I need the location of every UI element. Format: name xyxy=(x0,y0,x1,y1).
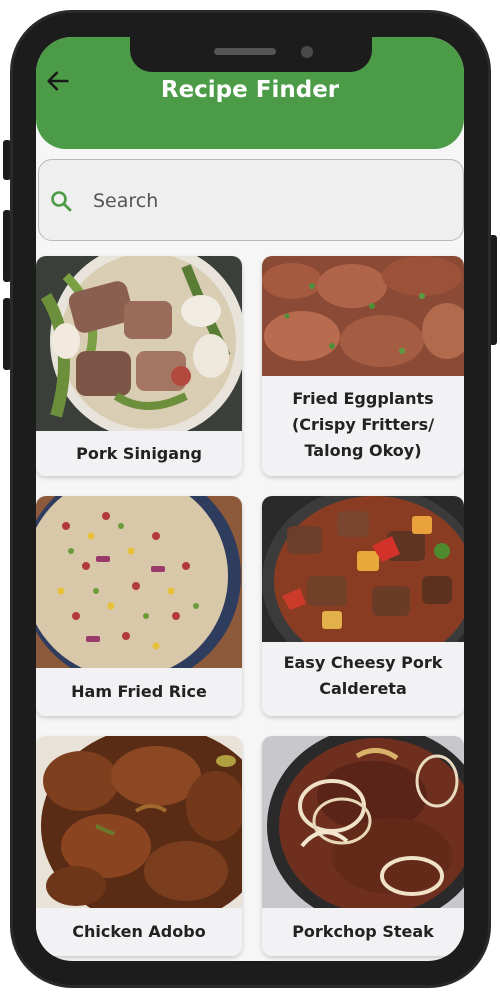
search-bar[interactable] xyxy=(38,159,464,241)
recipe-card-fried-eggplants[interactable]: Fried Eggplants (Crispy Fritters/ Talong… xyxy=(262,256,464,476)
recipe-image xyxy=(262,736,464,908)
recipe-title: Chicken Adobo xyxy=(36,908,242,956)
recipe-title: Easy Cheesy Pork Caldereta xyxy=(262,642,464,716)
front-camera xyxy=(301,46,313,58)
recipe-image xyxy=(36,496,242,668)
page-title: Recipe Finder xyxy=(160,77,340,103)
recipe-image xyxy=(262,256,464,376)
search-icon xyxy=(51,191,72,212)
recipe-title: Porkchop Steak xyxy=(262,908,464,956)
recipe-image xyxy=(36,736,242,908)
phone-notch xyxy=(130,37,372,72)
recipe-title: Ham Fried Rice xyxy=(36,668,242,716)
recipe-image xyxy=(36,256,242,431)
recipe-card-pork-sinigang[interactable]: Pork Sinigang xyxy=(36,256,242,476)
recipe-card-ham-fried-rice[interactable]: Ham Fried Rice xyxy=(36,496,242,716)
search-input[interactable] xyxy=(91,182,431,220)
recipe-card-porkchop-steak[interactable]: Porkchop Steak xyxy=(262,736,464,956)
speaker-grille xyxy=(214,48,276,55)
recipe-title: Pork Sinigang xyxy=(36,431,242,476)
app-screen: Recipe Finder Search Pork Sinigang Fried… xyxy=(36,37,464,961)
recipe-card-pork-caldereta[interactable]: Easy Cheesy Pork Caldereta xyxy=(262,496,464,716)
recipe-title: Fried Eggplants (Crispy Fritters/ Talong… xyxy=(262,376,464,476)
recipe-card-chicken-adobo[interactable]: Chicken Adobo xyxy=(36,736,242,956)
recipe-image xyxy=(262,496,464,642)
